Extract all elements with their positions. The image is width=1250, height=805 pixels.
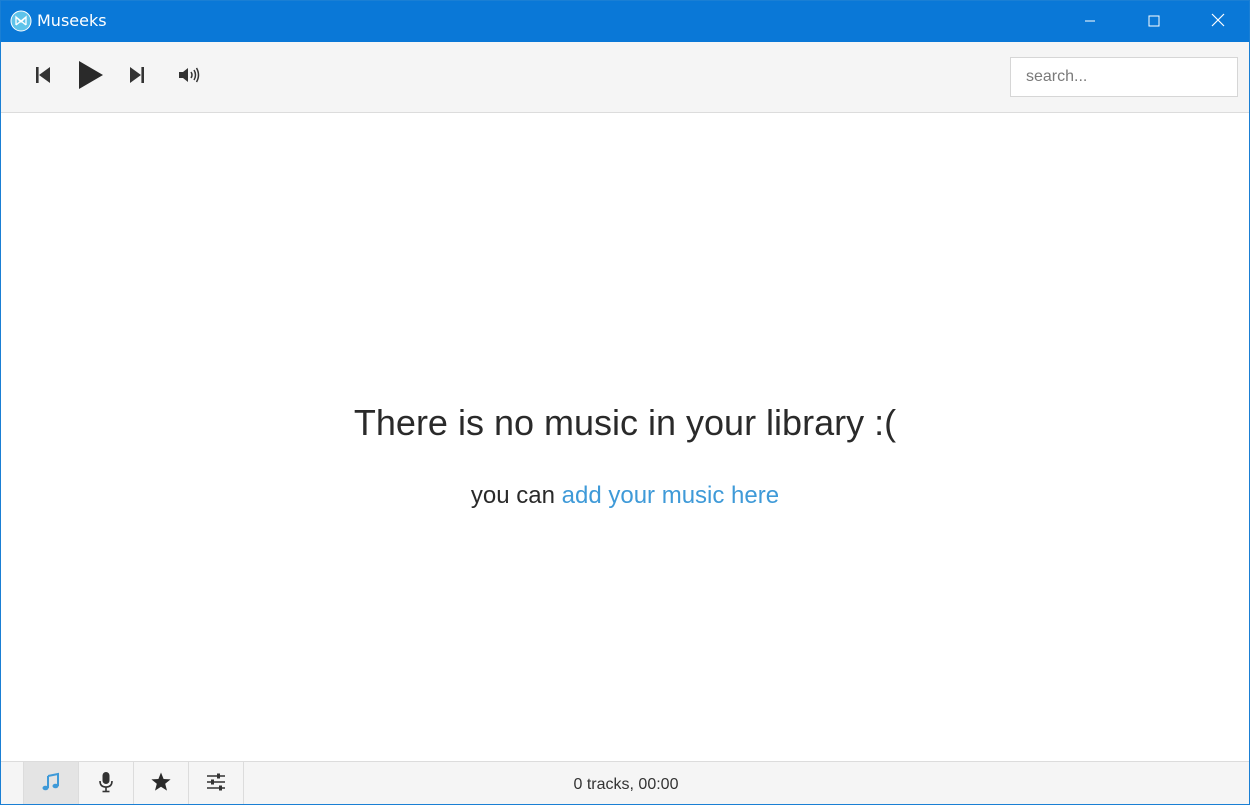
library-view-button[interactable] (24, 762, 79, 804)
add-music-link[interactable]: add your music here (562, 482, 779, 509)
search-input[interactable] (1010, 57, 1238, 97)
close-icon (1211, 12, 1225, 31)
minimize-icon (1084, 12, 1096, 31)
volume-button[interactable] (175, 65, 203, 89)
next-button[interactable] (125, 65, 149, 89)
playlists-view-button[interactable] (79, 762, 134, 804)
app-window: Museeks search... There is no music in y… (0, 0, 1250, 805)
skip-previous-icon (35, 66, 51, 88)
empty-library-hint-prefix: you can (470, 482, 562, 509)
museeks-logo-icon (10, 10, 32, 32)
play-button[interactable] (75, 59, 107, 95)
favorites-view-button[interactable] (134, 762, 189, 804)
settings-view-button[interactable] (189, 762, 244, 804)
maximize-button[interactable] (1123, 1, 1185, 42)
skip-next-icon (129, 66, 145, 88)
minimize-button[interactable] (1059, 1, 1121, 42)
empty-library-hint: you can add your music here (1, 481, 1249, 511)
play-icon (78, 60, 104, 94)
library-view: There is no music in your library :( you… (1, 113, 1249, 761)
star-icon (150, 771, 172, 797)
title-bar[interactable]: Museeks (1, 1, 1249, 42)
previous-button[interactable] (31, 65, 55, 89)
footer-bar: 0 tracks, 00:00 (1, 761, 1249, 804)
view-navigation (23, 762, 244, 804)
microphone-icon (97, 771, 115, 797)
maximize-icon (1148, 12, 1160, 31)
close-button[interactable] (1187, 1, 1249, 42)
music-note-icon (41, 772, 61, 796)
settings-sliders-icon (206, 773, 226, 795)
empty-library-message: There is no music in your library :( (353, 402, 897, 443)
volume-icon (178, 66, 200, 88)
window-title: Museeks (37, 11, 107, 30)
player-toolbar (1, 42, 1249, 113)
